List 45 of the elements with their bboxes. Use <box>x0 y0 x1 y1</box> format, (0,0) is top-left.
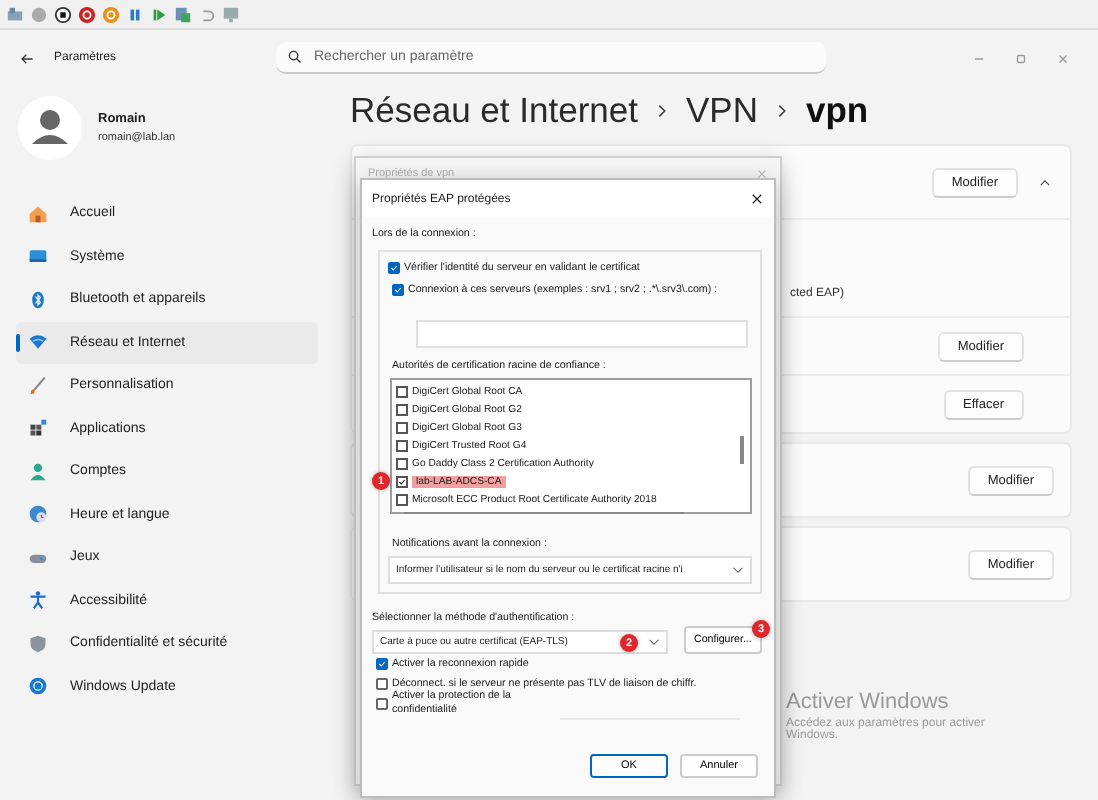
snapshot-icon[interactable] <box>174 5 192 23</box>
maximize-icon[interactable] <box>1014 51 1028 65</box>
checkbox[interactable] <box>396 385 408 398</box>
bluetooth-icon <box>28 289 48 310</box>
input-field[interactable] <box>416 320 748 348</box>
activation-title: Activer Windows <box>786 690 951 714</box>
scrollbar[interactable] <box>404 511 684 514</box>
system-icon <box>28 246 48 267</box>
chevron-icon <box>655 101 668 119</box>
checkbox[interactable] <box>396 439 408 452</box>
home-icon <box>28 203 48 224</box>
update-icon <box>28 676 48 697</box>
stop-icon[interactable] <box>54 5 72 23</box>
account-icon <box>28 461 48 482</box>
accessibility-icon <box>28 590 48 611</box>
checkbox[interactable] <box>396 403 408 416</box>
shield-icon <box>28 633 48 654</box>
caret-icon <box>648 638 660 646</box>
pause-icon[interactable] <box>126 5 144 23</box>
checkbox[interactable] <box>392 284 404 296</box>
brush-icon <box>28 375 48 396</box>
caret-icon <box>732 566 744 574</box>
scrollbar[interactable] <box>740 436 744 464</box>
checkbox[interactable] <box>376 698 388 710</box>
checkbox[interactable] <box>396 494 408 507</box>
search-icon <box>288 50 302 64</box>
breadcrumb-item: vpn <box>805 89 869 131</box>
checkbox[interactable] <box>396 421 408 434</box>
chevron-icon <box>775 101 788 119</box>
breadcrumb-item[interactable]: Réseau et Internet <box>350 89 638 131</box>
checkbox[interactable] <box>396 457 408 470</box>
chevron-icon[interactable] <box>1038 177 1052 187</box>
close-icon[interactable] <box>750 192 764 206</box>
checkbox[interactable] <box>388 262 400 274</box>
back-arrow-icon[interactable] <box>20 51 34 65</box>
checkbox[interactable] <box>396 476 408 489</box>
time-icon <box>28 504 48 525</box>
undo-icon[interactable] <box>198 5 216 23</box>
checkbox[interactable] <box>376 658 388 670</box>
avatar <box>18 96 82 160</box>
apps-icon <box>28 418 48 439</box>
breadcrumb-item[interactable]: VPN <box>685 89 758 131</box>
network-icon <box>28 332 48 353</box>
play-icon[interactable] <box>150 5 168 23</box>
checkbox[interactable] <box>376 678 388 690</box>
